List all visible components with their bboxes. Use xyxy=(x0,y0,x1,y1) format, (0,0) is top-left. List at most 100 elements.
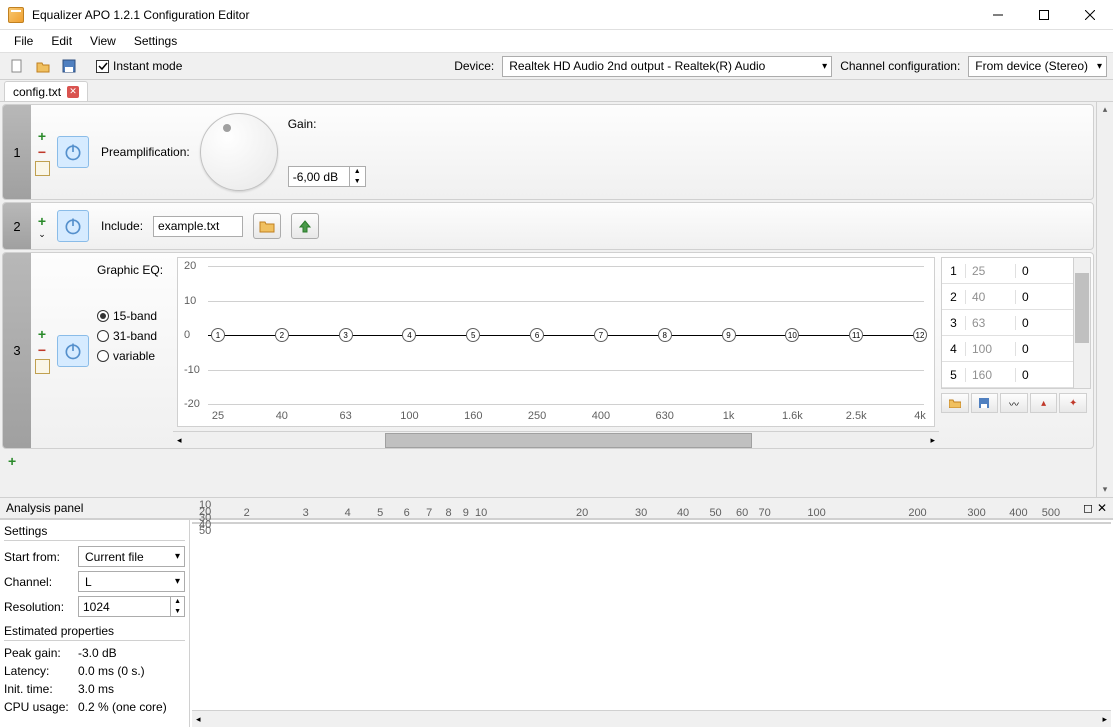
eq-point[interactable]: 12 xyxy=(913,328,927,342)
eq-table: 1250240036304100051600 xyxy=(941,257,1091,389)
device-combo[interactable]: Realtek HD Audio 2nd output - Realtek(R)… xyxy=(502,56,832,77)
table-row[interactable]: 1250 xyxy=(942,258,1073,284)
init-label: Init. time: xyxy=(4,682,74,696)
preamp-label: Preamplification: xyxy=(101,145,190,159)
spin-up-icon[interactable]: ▲ xyxy=(350,167,365,177)
remove-icon[interactable]: − xyxy=(38,343,46,357)
eq-point[interactable]: 2 xyxy=(275,328,289,342)
eq-point[interactable]: 8 xyxy=(658,328,672,342)
analysis-hscrollbar[interactable]: ◂▸ xyxy=(192,710,1111,727)
resolution-label: Resolution: xyxy=(4,600,74,614)
titlebar: Equalizer APO 1.2.1 Configuration Editor xyxy=(0,0,1113,30)
eq-point[interactable]: 9 xyxy=(722,328,736,342)
main-area: 1 + − Preamplification: Gain: ▲▼ xyxy=(0,102,1113,497)
new-button[interactable] xyxy=(6,55,28,77)
power-button[interactable] xyxy=(57,136,89,168)
include-label: Include: xyxy=(101,219,143,233)
add-filter-icon[interactable]: + xyxy=(8,454,16,468)
instant-mode-label: Instant mode xyxy=(113,59,182,73)
peakgain-label: Peak gain: xyxy=(4,646,74,660)
gain-dial[interactable] xyxy=(200,113,278,191)
maximize-button[interactable] xyxy=(1021,0,1067,30)
eq-table-scrollbar[interactable] xyxy=(1073,258,1090,388)
eq-tool-open-icon[interactable] xyxy=(941,393,969,413)
analysis-title: Analysis panel xyxy=(6,501,83,515)
eq-tool-reset-icon[interactable]: ✦ xyxy=(1059,393,1087,413)
eq-point[interactable]: 1 xyxy=(211,328,225,342)
eq-point[interactable]: 5 xyxy=(466,328,480,342)
save-button[interactable] xyxy=(58,55,80,77)
radio-variable[interactable]: variable xyxy=(97,349,169,363)
open-button[interactable] xyxy=(32,55,54,77)
eq-point[interactable]: 6 xyxy=(530,328,544,342)
row-number: 3 xyxy=(3,253,31,448)
gain-input[interactable] xyxy=(289,170,349,184)
latency-label: Latency: xyxy=(4,664,74,678)
up-button[interactable] xyxy=(291,213,319,239)
settings-group-label: Settings xyxy=(4,524,185,541)
filter-row-3: 3 + − Graphic EQ: 15-band 31-band variab… xyxy=(2,252,1094,449)
power-button[interactable] xyxy=(57,335,89,367)
add-icon[interactable]: + xyxy=(38,214,46,228)
main-vscrollbar[interactable] xyxy=(1096,102,1113,497)
eq-point[interactable]: 3 xyxy=(339,328,353,342)
eq-hscrollbar[interactable]: ◂ ▸ xyxy=(173,431,939,448)
eq-point[interactable]: 11 xyxy=(849,328,863,342)
expand-icon[interactable]: ⌄ xyxy=(38,230,46,239)
gain-spinbox[interactable]: ▲▼ xyxy=(288,166,366,187)
eq-tool-save-icon[interactable] xyxy=(971,393,999,413)
edit-icon[interactable] xyxy=(35,359,50,374)
cpu-value: 0.2 % (one core) xyxy=(78,700,167,714)
analysis-panel-header: Analysis panel ◻ ✕ xyxy=(0,497,1113,519)
table-row[interactable]: 3630 xyxy=(942,310,1073,336)
startfrom-combo[interactable]: Current file xyxy=(78,546,185,567)
add-filter-row: + xyxy=(0,451,1096,471)
add-icon[interactable]: + xyxy=(38,129,46,143)
add-icon[interactable]: + xyxy=(38,327,46,341)
analysis-panel: Settings Start from: Current file Channe… xyxy=(0,519,1113,727)
resolution-input[interactable] xyxy=(79,600,170,614)
eq-label: Graphic EQ: xyxy=(97,263,169,277)
eq-point[interactable]: 10 xyxy=(785,328,799,342)
device-label: Device: xyxy=(454,59,494,73)
undock-icon[interactable]: ◻ xyxy=(1083,501,1093,515)
radio-15band[interactable]: 15-band xyxy=(97,309,169,323)
table-row[interactable]: 51600 xyxy=(942,362,1073,388)
include-file-input[interactable] xyxy=(153,216,243,237)
table-row[interactable]: 2400 xyxy=(942,284,1073,310)
minimize-button[interactable] xyxy=(975,0,1021,30)
row-number: 1 xyxy=(3,105,31,199)
tab-config[interactable]: config.txt ✕ xyxy=(4,81,88,101)
resolution-spinbox[interactable]: ▲▼ xyxy=(78,596,185,617)
edit-icon[interactable] xyxy=(35,161,50,176)
menu-edit[interactable]: Edit xyxy=(43,32,80,50)
instant-mode-checkbox[interactable]: Instant mode xyxy=(96,59,182,73)
toolbar: Instant mode Device: Realtek HD Audio 2n… xyxy=(0,52,1113,80)
eq-tool-normalize-icon[interactable]: ▴ xyxy=(1030,393,1058,413)
peakgain-value: -3.0 dB xyxy=(78,646,117,660)
spin-down-icon[interactable]: ▼ xyxy=(350,177,365,187)
row-number: 2 xyxy=(3,203,31,249)
eq-chart[interactable]: 20100-10-202540631001602504006301k1.6k2.… xyxy=(177,257,935,427)
menu-file[interactable]: File xyxy=(6,32,41,50)
eq-point[interactable]: 4 xyxy=(402,328,416,342)
chanconf-label: Channel configuration: xyxy=(840,59,960,73)
table-row[interactable]: 41000 xyxy=(942,336,1073,362)
channel-combo[interactable]: L xyxy=(78,571,185,592)
radio-31band[interactable]: 31-band xyxy=(97,329,169,343)
filter-row-2: 2 + ⌄ Include: xyxy=(2,202,1094,250)
browse-button[interactable] xyxy=(253,213,281,239)
remove-icon[interactable]: − xyxy=(38,145,46,159)
channel-label: Channel: xyxy=(4,575,74,589)
power-button[interactable] xyxy=(57,210,89,242)
eq-point[interactable]: 7 xyxy=(594,328,608,342)
panel-close-icon[interactable]: ✕ xyxy=(1097,501,1107,515)
menu-view[interactable]: View xyxy=(82,32,124,50)
close-button[interactable] xyxy=(1067,0,1113,30)
menu-settings[interactable]: Settings xyxy=(126,32,185,50)
menubar: File Edit View Settings xyxy=(0,30,1113,52)
eq-tool-invert-icon[interactable]: 〰 xyxy=(1000,393,1028,413)
analysis-chart[interactable]: 5040302010234567891020304050607010020030… xyxy=(192,522,1111,524)
chanconf-combo[interactable]: From device (Stereo) xyxy=(968,56,1107,77)
tab-close-icon[interactable]: ✕ xyxy=(67,86,79,98)
